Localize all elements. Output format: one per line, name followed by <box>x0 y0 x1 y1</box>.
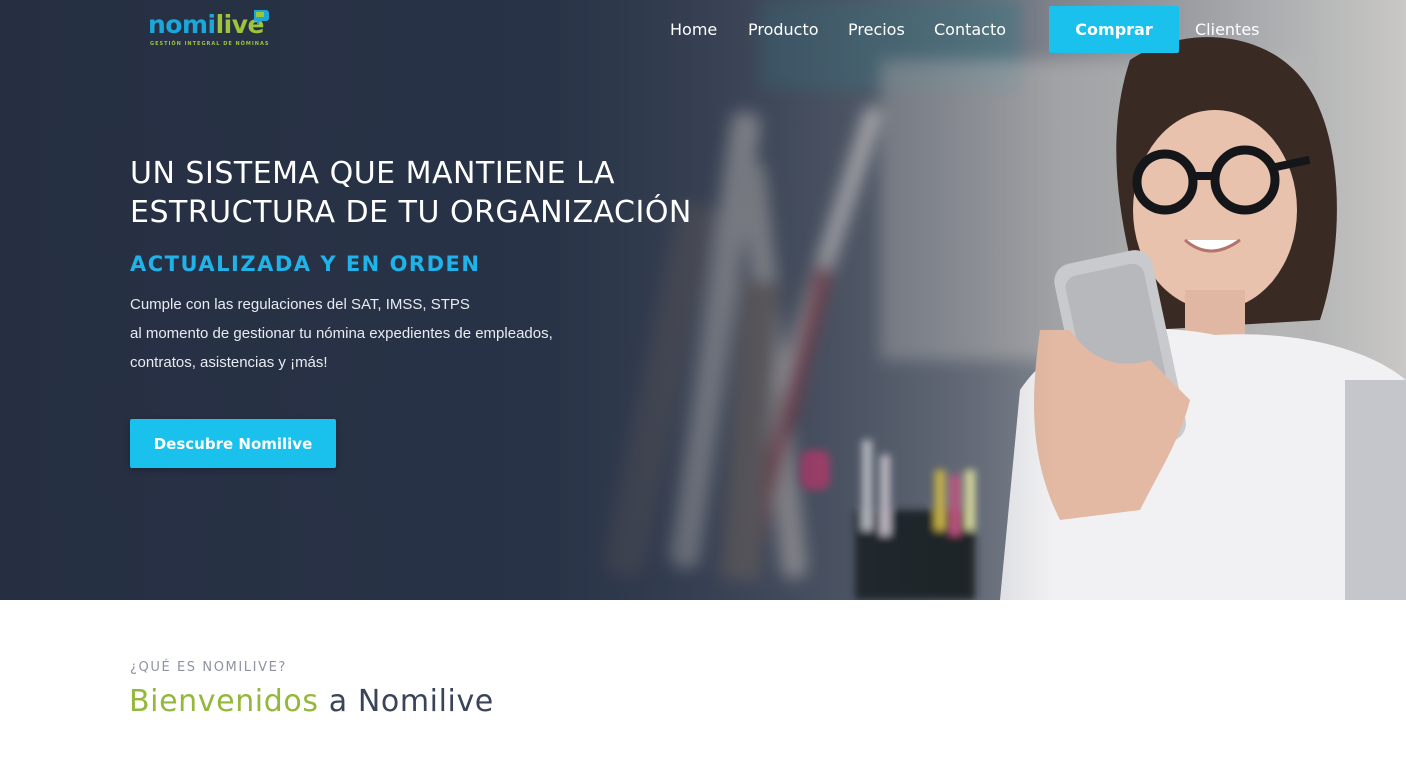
nav-clientes-link[interactable]: Clientes <box>1195 20 1260 39</box>
welcome-heading-rest: a Nomilive <box>318 684 494 719</box>
nav-contacto-link[interactable]: Contacto <box>934 20 1006 39</box>
hero-title-line2: ESTRUCTURA DE TU ORGANIZACIÓN <box>130 195 692 230</box>
hero-description: Cumple con las regulaciones del SAT, IMS… <box>130 290 650 377</box>
hero-title-line1: UN SISTEMA QUE MANTIENE LA <box>130 156 615 191</box>
welcome-heading: Bienvenidos a Nomilive <box>129 684 494 719</box>
hero-title: UN SISTEMA QUE MANTIENE LA ESTRUCTURA DE… <box>130 154 770 232</box>
welcome-heading-highlight: Bienvenidos <box>129 684 319 719</box>
comprar-button[interactable]: Comprar <box>1049 6 1179 53</box>
logo-wordmark-part1: nomi <box>148 10 216 39</box>
logo-tagline: GESTIÓN INTEGRAL DE NÓMINAS <box>150 41 270 47</box>
nav-precios-link[interactable]: Precios <box>848 20 905 39</box>
nav-producto-link[interactable]: Producto <box>748 20 819 39</box>
nav-home-link[interactable]: Home <box>670 20 717 39</box>
hero-section: nomilive GESTIÓN INTEGRAL DE NÓMINAS Hom… <box>0 0 1406 600</box>
descubre-nomilive-button[interactable]: Descubre Nomilive <box>130 419 336 468</box>
hero-subtitle: ACTUALIZADA Y EN ORDEN <box>130 252 481 276</box>
section-kicker: ¿QUÉ ES NOMILIVE? <box>130 660 287 675</box>
hero-description-line1: Cumple con las regulaciones del SAT, IMS… <box>130 296 470 313</box>
hero-description-line2: al momento de gestionar tu nómina expedi… <box>130 325 553 342</box>
hero-description-line3: contratos, asistencias y ¡más! <box>130 354 328 371</box>
logo-wordmark: nomilive <box>148 10 264 39</box>
logo-speech-bubble-icon <box>254 10 269 25</box>
nomilive-logo[interactable]: nomilive GESTIÓN INTEGRAL DE NÓMINAS <box>148 8 270 50</box>
